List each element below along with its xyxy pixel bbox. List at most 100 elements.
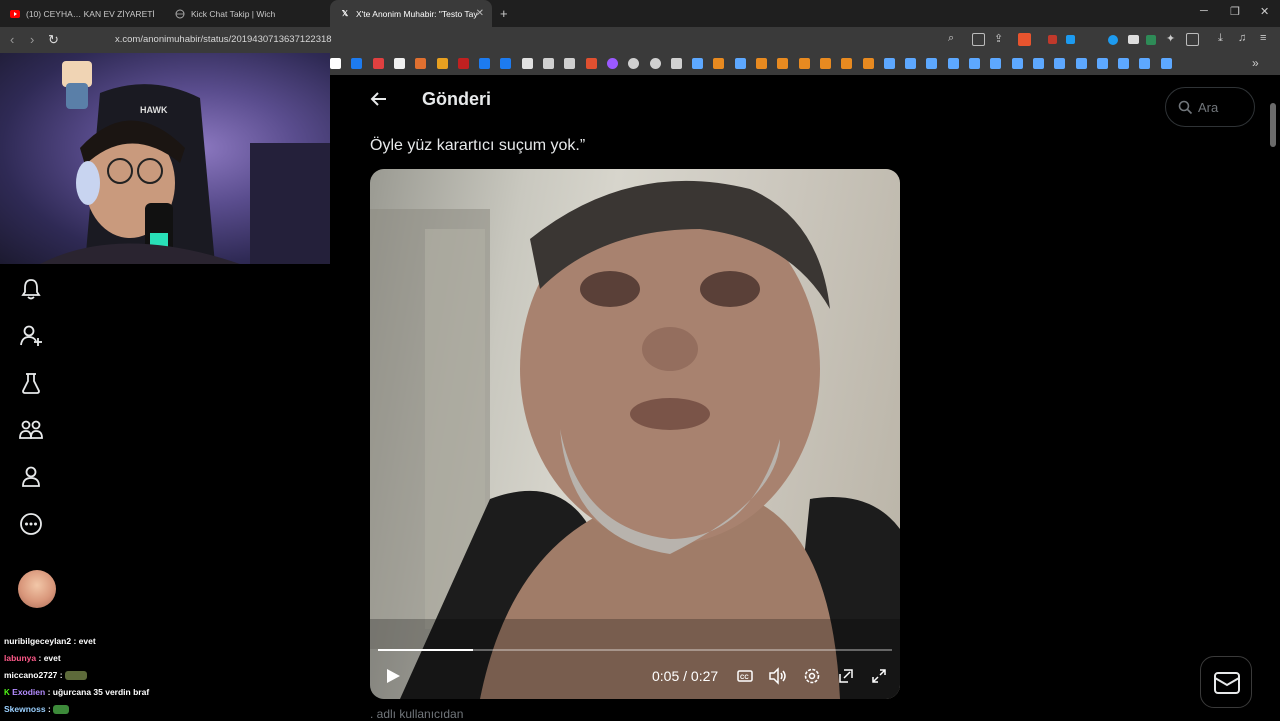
bookmark-icon[interactable] [372,58,384,69]
brave-shield-icon[interactable] [1018,33,1031,46]
fullscreen-icon[interactable] [870,667,888,685]
search-input[interactable]: Ara [1165,87,1255,127]
bookmark-icon[interactable] [713,58,725,69]
left-sidebar: nuribilgeceylan2 : evet labunya : evet m… [0,264,330,720]
bookmark-icon[interactable] [1054,58,1066,69]
emote-icon [65,671,87,681]
bookmark-icon[interactable] [330,58,341,69]
bookmark-icon[interactable] [521,58,533,69]
chat-username: Exodien [12,687,46,697]
chat-message: : [59,670,63,680]
close-icon[interactable]: ✕ [476,8,484,19]
bookmark-icon[interactable] [457,58,469,69]
cast-icon[interactable] [972,33,985,46]
bookmark-icon[interactable] [947,58,959,69]
bookmarks-overflow-icon[interactable]: » [1252,56,1259,70]
puzzle-icon[interactable]: ✦ [1166,32,1175,45]
video-time: 0:05 / 0:27 [652,668,719,684]
bookmark-icon[interactable] [1118,58,1130,69]
bookmark-icon[interactable] [990,58,1002,69]
svg-text:HAWK: HAWK [140,105,168,115]
new-tab-button[interactable]: + [500,6,508,21]
media-icon[interactable]: ♫ [1238,32,1246,44]
tab-x[interactable]: 𝕏 X'te Anonim Muhabir: "Testo Tay ✕ [330,0,492,27]
download-icon[interactable]: ⤓ [1218,32,1223,45]
bookmark-icon[interactable] [606,58,618,69]
bookmark-icon[interactable] [1075,58,1087,69]
video-player[interactable]: 0:05 / 0:27 CC [370,169,900,699]
bookmark-icon[interactable] [862,58,874,69]
bookmark-icon[interactable] [819,58,831,69]
bookmark-icon[interactable] [841,58,853,69]
chat-username: Skewnoss [4,704,46,714]
bookmark-icon[interactable] [798,58,810,69]
bookmark-icon[interactable] [436,58,448,69]
minimize-icon[interactable]: ─ [1200,5,1208,17]
bookmark-icon[interactable] [628,58,640,69]
captions-icon[interactable]: CC [736,667,754,685]
url-field[interactable]: x.com/anonimuhabir/status/20194307136371… [115,34,332,45]
extension-icon[interactable] [1048,35,1057,44]
extension-icon[interactable] [1066,35,1075,44]
zoom-icon[interactable]: ⌕ [948,32,954,45]
share-icon[interactable]: ⇪ [994,32,1003,45]
flask-icon[interactable] [18,370,44,396]
bookmark-icon[interactable] [479,58,491,69]
chat-message: : evet [38,653,61,663]
menu-icon[interactable]: ≡ [1260,32,1266,44]
tab-strip: (10) CEYHA… KAN EV ZİYARETİ Kick Chat Ta… [0,0,1280,27]
forward-nav-icon[interactable]: › [30,32,34,47]
bookmark-icon[interactable] [883,58,895,69]
avatar[interactable] [18,570,56,608]
communities-icon[interactable] [18,417,44,443]
bookmark-icon[interactable] [1032,58,1044,69]
bookmark-icon[interactable] [734,58,746,69]
chat-line: nuribilgeceylan2 : evet [4,636,324,653]
reload-icon[interactable]: ↻ [48,32,59,48]
back-arrow-icon[interactable] [370,90,388,113]
pip-icon[interactable] [837,667,855,685]
bookmark-icon[interactable] [692,58,704,69]
bookmark-icon[interactable] [585,58,597,69]
tab-youtube[interactable]: (10) CEYHA… KAN EV ZİYARETİ [0,0,165,27]
bookmark-icon[interactable] [564,58,576,69]
bookmark-icon[interactable] [649,58,661,69]
tab-label: (10) CEYHA… KAN EV ZİYARETİ [26,8,155,19]
bookmark-icon[interactable] [777,58,789,69]
extension-icon[interactable] [1128,35,1139,44]
bookmark-icon[interactable] [756,58,767,69]
tab-kick-chat[interactable]: Kick Chat Takip | Wich [165,0,330,27]
bell-icon[interactable] [18,276,44,302]
more-icon[interactable] [18,511,44,537]
extension-icon[interactable] [1108,35,1118,45]
sidebar-toggle-icon[interactable] [1186,33,1199,46]
scrollbar[interactable] [1270,103,1276,147]
bookmark-icon[interactable] [500,58,512,69]
attribution-text: . adlı kullanıcıdan [370,707,464,721]
bookmark-icon[interactable] [393,58,405,69]
back-nav-icon[interactable]: ‹ [10,32,14,47]
bookmark-icon[interactable] [543,58,554,69]
bookmark-icon[interactable] [969,58,980,69]
bookmark-icon[interactable] [905,58,917,69]
chat-username: nuribilgeceylan2 [4,636,72,646]
restore-icon[interactable]: ❐ [1230,5,1240,18]
bookmark-icon[interactable] [1160,58,1172,69]
settings-icon[interactable] [803,667,821,685]
profile-icon[interactable] [18,464,44,490]
play-icon[interactable] [384,667,402,685]
bookmark-icon[interactable] [351,58,363,69]
svg-text:CC: CC [740,675,749,681]
bookmark-icon[interactable] [1139,58,1151,69]
messages-button[interactable] [1200,656,1252,708]
bookmark-icon[interactable] [926,58,938,69]
video-progress-bar[interactable] [378,649,892,651]
bookmark-icon[interactable] [1011,58,1023,69]
extension-icon[interactable] [1146,35,1156,45]
add-user-icon[interactable] [18,323,44,349]
volume-icon[interactable] [768,667,786,685]
close-window-icon[interactable]: ✕ [1260,5,1269,18]
bookmark-icon[interactable] [670,58,682,69]
bookmark-icon[interactable] [1096,58,1108,69]
bookmark-icon[interactable] [415,58,427,69]
